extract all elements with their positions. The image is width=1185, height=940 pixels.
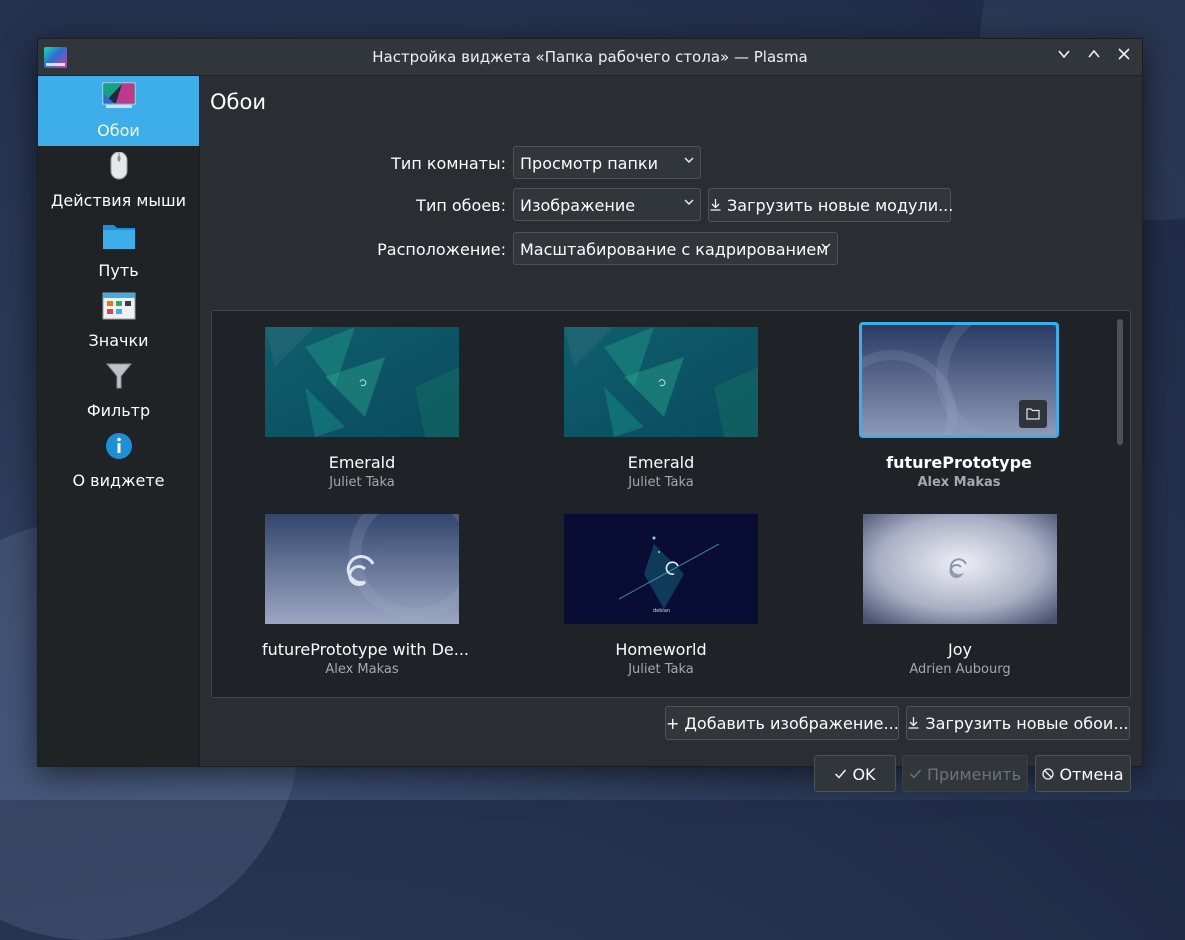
wallpaper-name: futurePrototype: [886, 453, 1032, 472]
wallpaper-type-combobox[interactable]: Изображение: [513, 188, 701, 221]
sidebar-item-wallpaper[interactable]: Обои: [38, 76, 199, 146]
wallpaper-name: Emerald: [627, 453, 695, 472]
positioning-combobox-value: Масштабирование с кадрированием: [520, 240, 829, 259]
close-icon: [1118, 48, 1130, 60]
apply-label: Применить: [926, 765, 1022, 784]
wallpaper-tile-selected[interactable]: futurePrototype Alex Makas: [859, 322, 1059, 490]
apply-button[interactable]: Применить: [902, 755, 1028, 792]
get-new-wallpapers-button[interactable]: Загрузить новые обои...: [906, 706, 1130, 740]
sidebar-item-mouse-actions[interactable]: Действия мыши: [38, 146, 199, 216]
sidebar-item-label: Значки: [88, 331, 149, 350]
wallpaper-tile[interactable]: debian Homeworld Juliet Taka: [561, 511, 761, 677]
mouse-icon: [110, 152, 128, 180]
positioning-combobox[interactable]: Масштабирование с кадрированием: [513, 232, 838, 265]
wallpaper-author: Juliet Taka: [628, 475, 694, 490]
wallpaper-author: Juliet Taka: [329, 475, 395, 490]
plus-icon: +: [666, 714, 680, 733]
add-image-button[interactable]: + Добавить изображение...: [665, 706, 899, 740]
sidebar-item-label: Путь: [98, 261, 139, 280]
homeworld-thumb-text: debian: [653, 608, 670, 614]
wallpaper-thumbnail: [564, 327, 758, 437]
wallpaper-author: Alex Makas: [917, 475, 1001, 490]
get-new-plugins-label: Загрузить новые модули...: [727, 196, 954, 215]
wallpaper-author: Juliet Taka: [628, 662, 694, 677]
download-icon: [710, 199, 721, 211]
cancel-button[interactable]: Отмена: [1035, 755, 1131, 792]
settings-window: Настройка виджета «Папка рабочего стола»…: [37, 38, 1143, 792]
close-button[interactable]: [1114, 47, 1134, 67]
minimize-button[interactable]: [1054, 47, 1074, 67]
title-bar: Настройка виджета «Папка рабочего стола»…: [38, 39, 1142, 76]
wallpaper-author: Adrien Aubourg: [909, 662, 1011, 677]
wallpaper-tile[interactable]: Emerald Juliet Taka: [561, 324, 761, 490]
sidebar-item-label: О виджете: [72, 471, 165, 490]
sidebar: Обои Действия мыши Путь Значки Фильтр О …: [38, 76, 200, 766]
check-icon: [909, 769, 922, 779]
wallpaper-name: futurePrototype with De...: [262, 640, 469, 659]
sidebar-item-filter[interactable]: Фильтр: [38, 356, 199, 426]
ok-label: OK: [852, 765, 876, 784]
wallpaper-thumbnail: [265, 514, 459, 624]
page-title: Обои: [210, 90, 266, 114]
wallpaper-type-label: Тип обоев:: [416, 196, 506, 215]
download-icon: [908, 717, 919, 729]
window-title: Настройка виджета «Папка рабочего стола»…: [372, 48, 808, 66]
chevron-down-icon: [684, 199, 694, 205]
wallpaper-tile[interactable]: Joy Adrien Aubourg: [860, 511, 1060, 677]
check-icon: [835, 769, 847, 779]
cancel-label: Отмена: [1059, 765, 1124, 784]
positioning-label: Расположение:: [377, 240, 506, 259]
wallpaper-name: Homeworld: [615, 640, 707, 659]
layout-combobox-value: Просмотр папки: [520, 154, 658, 173]
sidebar-item-label: Фильтр: [86, 401, 151, 420]
wallpaper-thumbnail: [265, 327, 459, 437]
wallpaper-author: Alex Makas: [325, 662, 399, 677]
ok-button[interactable]: OK: [814, 755, 896, 792]
wallpaper-grid: Emerald Juliet Taka Emerald Juliet Taka …: [211, 310, 1131, 698]
wallpaper-type-combobox-value: Изображение: [520, 196, 636, 215]
chevron-down-icon: [821, 243, 831, 249]
scrollbar[interactable]: [1117, 319, 1123, 445]
wallpaper-thumbnail: debian: [564, 514, 758, 624]
filter-icon: [105, 363, 133, 389]
sidebar-item-location[interactable]: Путь: [38, 216, 199, 286]
main-panel: Обои Тип комнаты: Просмотр папки Тип обо…: [200, 76, 1142, 792]
sidebar-item-about[interactable]: О виджете: [38, 426, 199, 496]
sidebar-item-label: Действия мыши: [50, 191, 187, 210]
chevron-up-icon: [1088, 49, 1100, 58]
wallpaper-tile[interactable]: futurePrototype with De... Alex Makas: [262, 511, 469, 677]
chevron-down-icon: [1058, 50, 1070, 59]
wallpaper-icon: [102, 82, 136, 108]
wallpaper-name: Joy: [948, 640, 972, 659]
info-icon: [106, 433, 132, 459]
folder-open-icon: [1026, 408, 1040, 420]
add-image-label: Добавить изображение...: [684, 714, 899, 733]
cancel-icon: [1042, 768, 1055, 780]
layout-label: Тип комнаты:: [391, 154, 506, 173]
icons-view-icon: [102, 292, 136, 320]
open-containing-folder-button[interactable]: [1019, 400, 1047, 428]
sidebar-item-label: Обои: [97, 121, 140, 140]
folder-icon: [103, 225, 135, 249]
layout-combobox[interactable]: Просмотр папки: [513, 146, 701, 179]
get-new-plugins-button[interactable]: Загрузить новые модули...: [708, 188, 954, 222]
wallpaper-name: Emerald: [328, 453, 396, 472]
wallpaper-tile[interactable]: Emerald Juliet Taka: [262, 324, 462, 490]
sidebar-item-icons[interactable]: Значки: [38, 286, 199, 356]
chevron-down-icon: [684, 157, 694, 163]
wallpaper-thumbnail: [863, 514, 1057, 624]
maximize-button[interactable]: [1084, 47, 1104, 67]
get-new-wallpapers-label: Загрузить новые обои...: [925, 714, 1129, 733]
